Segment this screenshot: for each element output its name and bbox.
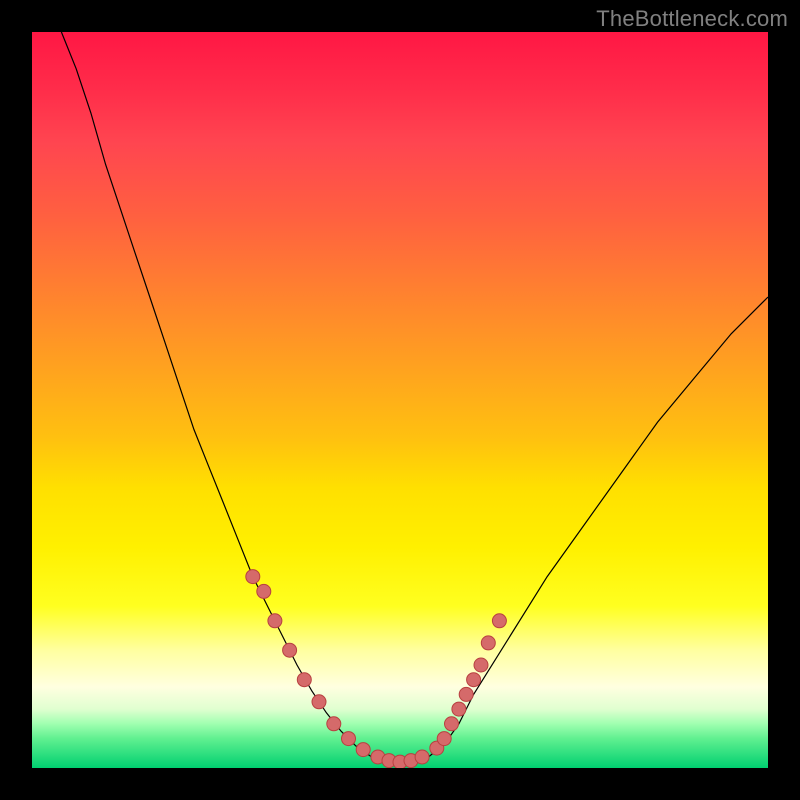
watermark-text: TheBottleneck.com bbox=[596, 6, 788, 32]
highlight-dot bbox=[312, 695, 326, 709]
highlight-dot bbox=[437, 732, 451, 746]
highlight-dot bbox=[404, 754, 418, 768]
highlight-dot bbox=[415, 750, 429, 764]
highlight-dot bbox=[474, 658, 488, 672]
highlight-dot bbox=[371, 750, 385, 764]
chart-svg bbox=[32, 32, 768, 768]
highlight-dot bbox=[342, 732, 356, 746]
highlight-dot bbox=[492, 614, 506, 628]
highlight-dot bbox=[283, 643, 297, 657]
highlight-dot bbox=[257, 584, 271, 598]
chart-plot-area bbox=[32, 32, 768, 768]
highlight-dot bbox=[382, 754, 396, 768]
highlight-dot bbox=[356, 743, 370, 757]
highlight-dot bbox=[327, 717, 341, 731]
highlight-dot bbox=[297, 673, 311, 687]
highlight-dot bbox=[452, 702, 466, 716]
highlight-dot bbox=[393, 755, 407, 768]
highlight-dot bbox=[445, 717, 459, 731]
highlight-dots bbox=[246, 570, 507, 768]
bottleneck-curve bbox=[61, 32, 768, 764]
highlight-dot bbox=[481, 636, 495, 650]
highlight-dot bbox=[459, 687, 473, 701]
highlight-dot bbox=[430, 741, 444, 755]
highlight-dot bbox=[246, 570, 260, 584]
highlight-dot bbox=[467, 673, 481, 687]
highlight-dot bbox=[268, 614, 282, 628]
